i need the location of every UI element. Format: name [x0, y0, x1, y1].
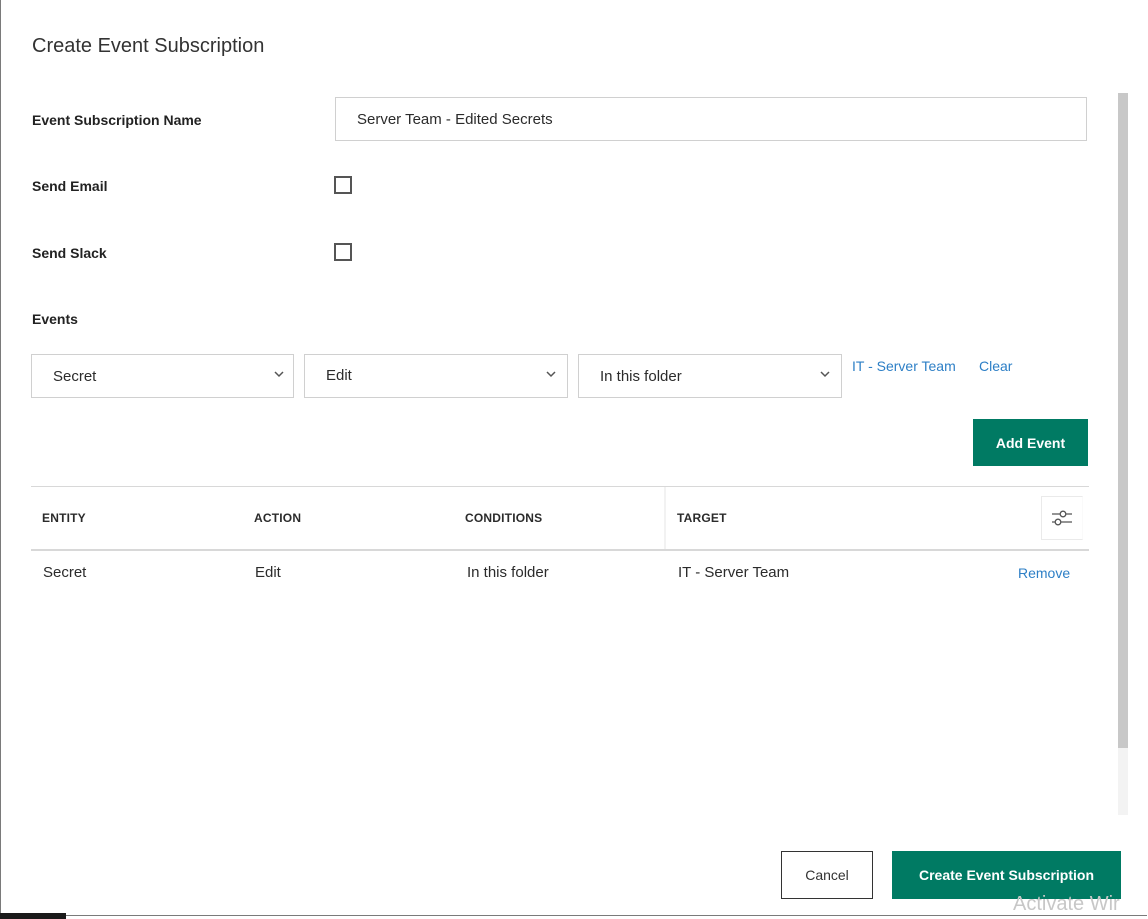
cell-target: IT - Server Team: [678, 564, 790, 581]
cell-conditions: In this folder: [467, 564, 549, 581]
table-column-divider: [664, 487, 666, 549]
add-event-button[interactable]: Add Event: [973, 419, 1088, 466]
action-select-value: Edit: [326, 367, 352, 384]
entity-select[interactable]: Secret: [31, 354, 294, 398]
table-top-divider: [31, 486, 1089, 487]
header-action: ACTION: [254, 511, 302, 525]
header-entity: ENTITY: [42, 511, 86, 525]
chevron-down-icon: [820, 371, 830, 378]
condition-select[interactable]: In this folder: [578, 354, 842, 398]
events-label: Events: [32, 311, 78, 327]
clear-link[interactable]: Clear: [979, 358, 1012, 374]
sliders-icon: [1052, 510, 1072, 526]
entity-select-value: Secret: [53, 368, 97, 385]
chevron-down-icon: [546, 371, 556, 378]
action-select[interactable]: Edit: [304, 354, 568, 398]
send-email-label: Send Email: [32, 178, 108, 194]
activate-windows-watermark: Activate Wir: [1013, 893, 1120, 915]
taskbar-fragment: [0, 913, 66, 919]
create-event-subscription-button[interactable]: Create Event Subscription: [892, 851, 1121, 899]
column-settings-button[interactable]: [1041, 496, 1083, 540]
chevron-down-icon: [274, 371, 284, 378]
target-link[interactable]: IT - Server Team: [852, 358, 956, 374]
condition-select-value: In this folder: [600, 368, 682, 385]
scrollbar-thumb[interactable]: [1118, 93, 1128, 748]
cell-action: Edit: [255, 564, 281, 581]
send-slack-label: Send Slack: [32, 245, 107, 261]
cancel-button[interactable]: Cancel: [781, 851, 873, 899]
send-slack-checkbox[interactable]: [334, 243, 352, 261]
header-target: TARGET: [677, 511, 727, 525]
remove-link[interactable]: Remove: [1018, 565, 1070, 581]
table-header-divider: [31, 549, 1089, 551]
dialog-title: Create Event Subscription: [32, 35, 265, 57]
header-conditions: CONDITIONS: [465, 511, 543, 525]
cell-entity: Secret: [43, 564, 87, 581]
subscription-name-label: Event Subscription Name: [32, 112, 202, 128]
subscription-name-input[interactable]: [335, 97, 1087, 141]
send-email-checkbox[interactable]: [334, 176, 352, 194]
